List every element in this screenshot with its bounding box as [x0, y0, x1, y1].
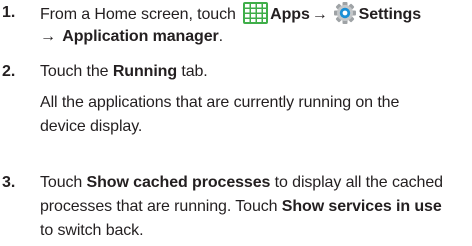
show-services-in-use-label: Show services in use: [281, 198, 442, 215]
running-label: Running: [112, 63, 178, 80]
step-number: 1.: [2, 4, 16, 21]
instruction-page: 1. From a Home screen, touch Apps → Sett…: [0, 0, 472, 246]
apps-label: Apps: [270, 6, 310, 23]
step-text: From a Home screen, touch: [40, 6, 241, 23]
step-3-line-3: to switch back.: [40, 222, 144, 239]
step-2-line-3: device display.: [40, 118, 143, 135]
step-text: processes that are running. Touch: [40, 198, 282, 215]
arrow-icon: →: [40, 28, 56, 45]
step-text: tab.: [177, 63, 208, 80]
step-number: 3.: [2, 174, 16, 191]
step-3-line-2: processes that are running. Touch Show s…: [40, 196, 442, 218]
step-1-line-1: From a Home screen, touch Apps → Setting…: [40, 2, 421, 26]
step-1-line-2: → Application manager.: [40, 26, 223, 48]
apps-grid-icon: [243, 2, 269, 24]
arrow-icon: →: [311, 6, 328, 23]
show-cached-processes-label: Show cached processes: [86, 174, 271, 191]
application-manager-label: Application manager: [62, 28, 219, 45]
step-text: .: [218, 28, 223, 45]
step-2-line-2: All the applications that are currently …: [40, 94, 400, 111]
step-text: Touch the: [40, 63, 113, 80]
step-2-line-1: Touch the Running tab.: [40, 61, 208, 83]
step-3-line-1: Touch Show cached processes to display a…: [40, 172, 443, 194]
settings-label: Settings: [358, 6, 421, 23]
step-text: Touch: [40, 174, 87, 191]
settings-gear-icon: [333, 2, 357, 24]
step-number: 2.: [2, 63, 16, 80]
step-text: to display all the cached: [270, 174, 443, 191]
